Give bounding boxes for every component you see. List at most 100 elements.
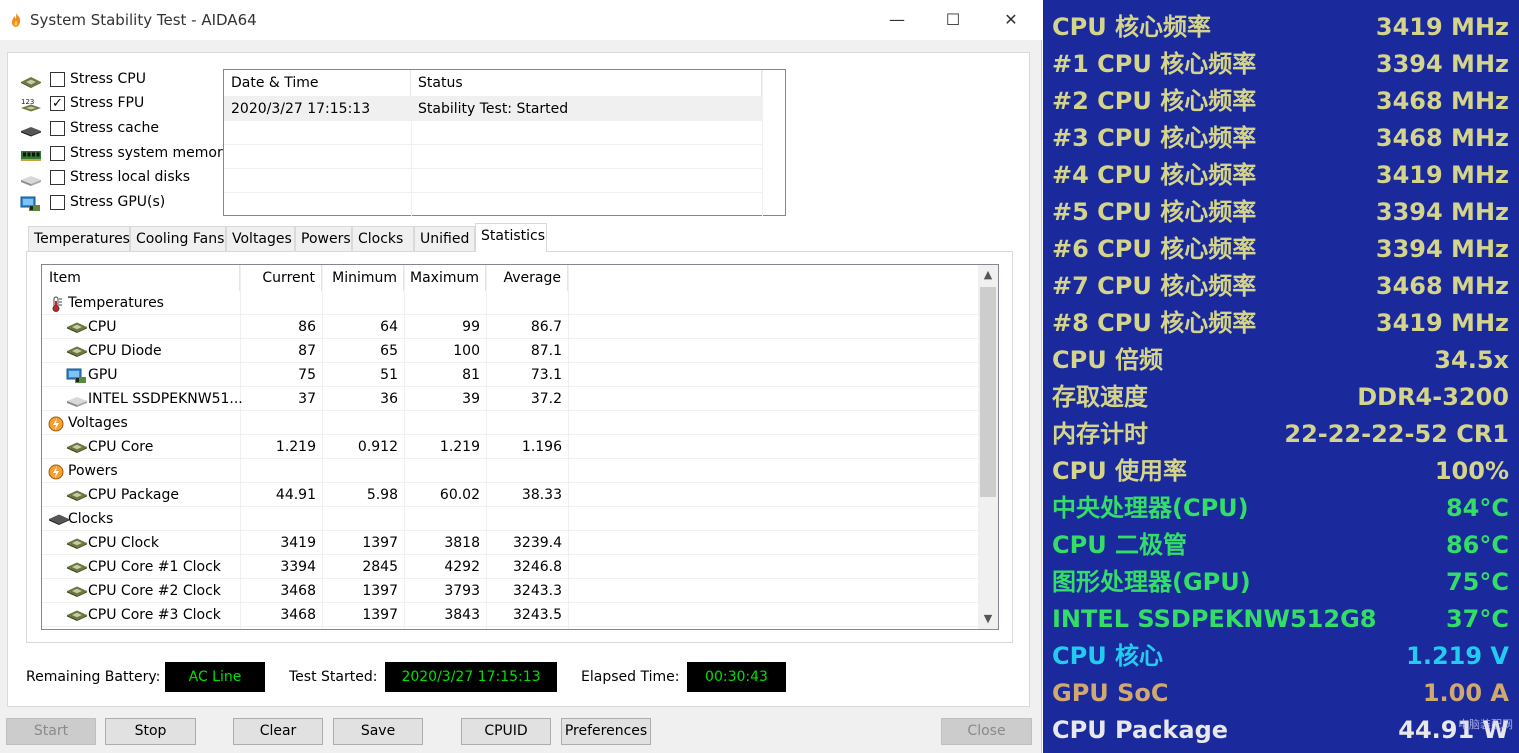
title-bar[interactable]: System Stability Test - AIDA64 — ☐ ✕ — [0, 0, 1042, 40]
close-window-button[interactable]: ✕ — [988, 6, 1034, 34]
osd-row: 内存计时 22-22-22-52 CR1 — [1043, 416, 1519, 453]
vertical-scrollbar[interactable]: ▲ ▼ — [978, 265, 998, 629]
cache-icon — [20, 122, 42, 138]
scroll-down-icon[interactable]: ▼ — [978, 609, 998, 629]
memory-icon — [20, 147, 42, 163]
osd-label: CPU 核心 — [1052, 642, 1164, 670]
stats-minimum-value: 2845 — [362, 559, 398, 575]
scroll-up-icon[interactable]: ▲ — [978, 265, 998, 285]
chip-icon — [66, 488, 87, 502]
stress-checkbox[interactable] — [50, 72, 65, 87]
preferences-button[interactable]: Preferences — [561, 718, 651, 745]
stats-group-row[interactable]: Clocks — [42, 507, 978, 531]
stats-group-row[interactable]: Temperatures — [42, 291, 978, 315]
chip-icon — [66, 440, 87, 454]
stats-average-value: 3243.5 — [513, 607, 562, 623]
column-header-current[interactable]: Current — [240, 265, 322, 291]
maximize-button[interactable]: ☐ — [930, 6, 976, 34]
status-row-status: Stability Test: Started — [418, 101, 569, 117]
stress-checkbox[interactable] — [50, 146, 65, 161]
stats-row[interactable]: INTEL SSDPEKNW51... 37 36 39 37.2 — [42, 387, 978, 411]
stats-average-value: 87.1 — [530, 343, 562, 359]
osd-label: CPU 使用率 — [1052, 457, 1188, 485]
stats-current-value: 1.219 — [275, 439, 316, 455]
stats-row[interactable]: CPU Core #3 Clock 3468 1397 3843 3243.5 — [42, 603, 978, 627]
stats-maximum-value: 3793 — [444, 583, 480, 599]
stats-row[interactable]: CPU 86 64 99 86.7 — [42, 315, 978, 339]
column-header-average[interactable]: Average — [486, 265, 568, 291]
osd-label: #3 CPU 核心频率 — [1052, 124, 1257, 152]
osd-value: 84°C — [1445, 494, 1509, 522]
osd-row: #1 CPU 核心频率 3394 MHz — [1043, 46, 1519, 83]
stats-item-label: INTEL SSDPEKNW51... — [88, 391, 243, 407]
column-header-item[interactable]: Item — [42, 265, 240, 291]
scroll-thumb[interactable] — [980, 287, 996, 497]
stress-label[interactable]: Stress GPU(s) — [70, 194, 165, 210]
stress-checkbox[interactable] — [50, 121, 65, 136]
status-header-status[interactable]: Status — [411, 70, 762, 96]
tab-voltages[interactable]: Voltages — [226, 226, 295, 252]
tab-unified[interactable]: Unified — [414, 226, 475, 252]
tab-cooling-fans[interactable]: Cooling Fans — [130, 226, 226, 252]
tab-statistics[interactable]: Statistics — [475, 223, 547, 252]
statistics-list[interactable]: Item Current Minimum Maximum Average Tempera… — [41, 264, 999, 630]
svg-text:123: 123 — [21, 98, 34, 106]
column-header-maximum[interactable]: Maximum — [404, 265, 486, 291]
osd-value: 1.219 V — [1406, 642, 1509, 670]
stats-row[interactable]: CPU Diode 87 65 100 87.1 — [42, 339, 978, 363]
stats-current-value: 3419 — [280, 535, 316, 551]
osd-row: 中央处理器(CPU) 84°C — [1043, 490, 1519, 527]
stop-button[interactable]: Stop — [105, 718, 196, 745]
status-header-datetime[interactable]: Date & Time — [224, 70, 411, 96]
osd-row: INTEL SSDPEKNW512G8 37°C — [1043, 601, 1519, 638]
stress-option-2[interactable]: Stress cache — [20, 119, 225, 141]
stats-group-row[interactable]: Voltages — [42, 411, 978, 435]
stress-checkbox[interactable] — [50, 195, 65, 210]
stats-item-label: CPU — [88, 319, 117, 335]
tab-clocks[interactable]: Clocks — [352, 226, 414, 252]
stats-row[interactable]: GPU 75 51 81 73.1 — [42, 363, 978, 387]
stats-row[interactable]: CPU Package 44.91 5.98 60.02 38.33 — [42, 483, 978, 507]
osd-label: GPU SoC — [1052, 679, 1169, 707]
minimize-button[interactable]: — — [874, 6, 920, 34]
stats-row[interactable]: CPU Clock 3419 1397 3818 3239.4 — [42, 531, 978, 555]
stats-maximum-value: 60.02 — [439, 487, 480, 503]
stats-maximum-value: 81 — [462, 367, 480, 383]
start-button[interactable]: Start — [6, 718, 96, 745]
stress-checkbox[interactable]: ✓ — [50, 96, 65, 111]
stress-option-0[interactable]: Stress CPU — [20, 70, 225, 92]
stats-current-value: 44.91 — [275, 487, 316, 503]
stress-option-1[interactable]: 123 ✓ Stress FPU — [20, 94, 225, 116]
stats-row[interactable]: CPU Core #1 Clock 3394 2845 4292 3246.8 — [42, 555, 978, 579]
osd-value: 3468 MHz — [1375, 272, 1509, 300]
stress-option-5[interactable]: Stress GPU(s) — [20, 193, 225, 215]
stress-label[interactable]: Stress CPU — [70, 71, 146, 87]
cpu-chip-icon — [20, 73, 42, 89]
stress-label[interactable]: Stress cache — [70, 120, 159, 136]
watermark: 电脑装配网 — [1458, 718, 1513, 731]
clear-button[interactable]: Clear — [233, 718, 323, 745]
close-button[interactable]: Close — [941, 718, 1032, 745]
cpuid-button[interactable]: CPUID — [461, 718, 551, 745]
status-row-selected[interactable]: 2020/3/27 17:15:13 Stability Test: Start… — [224, 97, 762, 120]
stress-checkbox[interactable] — [50, 170, 65, 185]
column-header-minimum[interactable]: Minimum — [322, 265, 404, 291]
stats-row[interactable]: CPU Core #2 Clock 3468 1397 3793 3243.3 — [42, 579, 978, 603]
osd-row: CPU Package 44.91 W — [1043, 712, 1519, 749]
status-log-table[interactable]: Date & Time Status 2020/3/27 17:15:13 St… — [223, 69, 786, 216]
stress-option-4[interactable]: Stress local disks — [20, 168, 225, 190]
stats-group-row[interactable]: Powers — [42, 459, 978, 483]
tab-powers[interactable]: Powers — [295, 226, 352, 252]
tab-temperatures[interactable]: Temperatures — [28, 226, 130, 252]
stats-item-label: CPU Core #3 Clock — [88, 607, 221, 623]
osd-row: #4 CPU 核心频率 3419 MHz — [1043, 157, 1519, 194]
stress-label[interactable]: Stress local disks — [70, 169, 190, 185]
stats-row[interactable]: CPU Core 1.219 0.912 1.219 1.196 — [42, 435, 978, 459]
osd-value: 86°C — [1445, 531, 1509, 559]
stats-average-value: 37.2 — [530, 391, 562, 407]
stress-option-3[interactable]: Stress system memory — [20, 144, 231, 166]
save-button[interactable]: Save — [333, 718, 423, 745]
stress-label[interactable]: Stress FPU — [70, 95, 144, 111]
stress-label[interactable]: Stress system memory — [70, 145, 231, 161]
stats-current-value: 37 — [298, 391, 316, 407]
